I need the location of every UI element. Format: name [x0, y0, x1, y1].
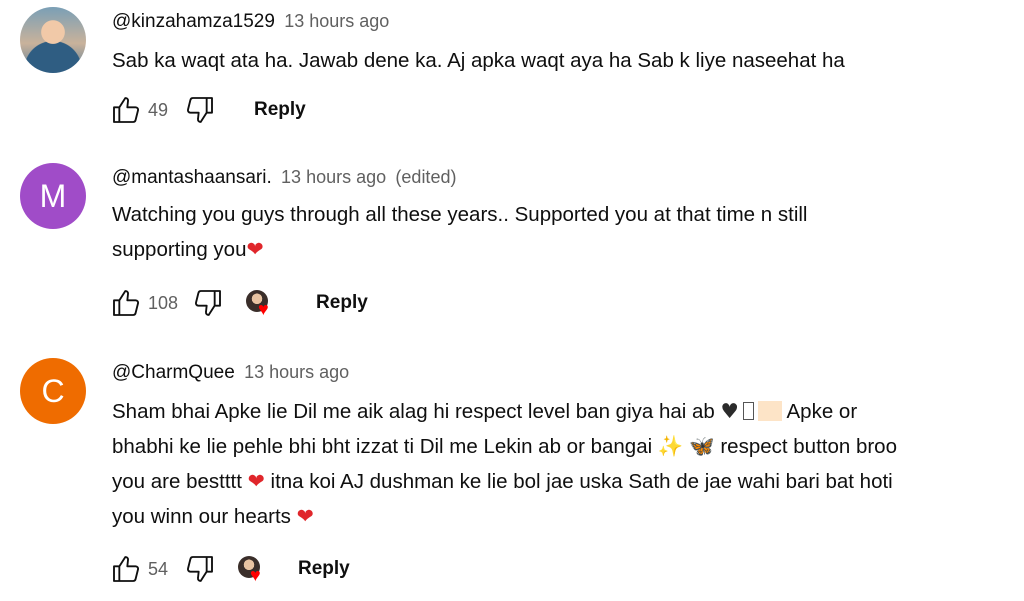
like-button[interactable]: [108, 551, 144, 587]
comment-actions: 108 ♥ Reply: [108, 283, 368, 323]
like-count: 49: [148, 99, 169, 120]
avatar[interactable]: [20, 7, 86, 73]
comment-line: Sab ka waqt ata ha. Jawab dene ka. Aj ap…: [112, 49, 845, 72]
comment-line: supporting you❤: [112, 237, 264, 261]
comment-line: Sham bhai Apke lie Dil me aik alag hi re…: [112, 399, 858, 423]
comment-header: @mantashaansari. 13 hours ago (edited): [112, 167, 456, 189]
reply-button[interactable]: Reply: [254, 99, 306, 121]
avatar-letter: M: [39, 177, 67, 214]
thumbs-down-icon: [195, 290, 221, 316]
comment-text: Watching you guys through all these year…: [112, 198, 1012, 267]
comment-line: bhabhi ke lie pehle bhi bht izzat ti Dil…: [112, 434, 897, 458]
avatar-letter: C: [41, 372, 65, 409]
like-button[interactable]: [108, 92, 144, 128]
thumbs-down-icon: [186, 556, 213, 582]
comment-line: Watching you guys through all these year…: [112, 203, 808, 226]
creator-heart-badge: ♥: [246, 288, 276, 318]
comment-timestamp[interactable]: 13 hours ago: [244, 362, 349, 382]
comment-text: Sab ka waqt ata ha. Jawab dene ka. Aj ap…: [112, 44, 1012, 78]
heart-icon: ❤: [247, 469, 265, 493]
comment-timestamp[interactable]: 13 hours ago: [284, 11, 389, 31]
like-count: 108: [148, 292, 179, 313]
butterfly-icon: 🦋: [689, 434, 715, 458]
black-heart-icon: ♥: [720, 399, 739, 423]
thumbs-up-icon: [113, 97, 140, 123]
comment-author[interactable]: @CharmQuee: [112, 362, 235, 383]
dislike-button[interactable]: [190, 285, 226, 321]
reply-button[interactable]: Reply: [298, 558, 350, 580]
comment-header: @CharmQuee 13 hours ago: [112, 362, 349, 384]
thumbs-up-icon: [113, 556, 140, 582]
heart-icon: ❤: [296, 504, 314, 528]
reply-button[interactable]: Reply: [316, 292, 368, 314]
thumbs-down-icon: [186, 97, 213, 123]
like-button[interactable]: [108, 285, 144, 321]
heart-icon: ❤: [246, 237, 264, 261]
heart-icon: ♥: [258, 299, 269, 319]
avatar[interactable]: C: [20, 358, 86, 424]
comment-header: @kinzahamza1529 13 hours ago: [112, 11, 389, 33]
sparkles-icon: ✨: [657, 434, 684, 458]
comment-actions: 49 Reply: [108, 90, 306, 130]
comment-author[interactable]: @kinzahamza1529: [112, 11, 275, 32]
creator-heart-badge: ♥: [238, 554, 268, 584]
comment-author[interactable]: @mantashaansari.: [112, 167, 272, 188]
comment-timestamp[interactable]: 13 hours ago: [281, 167, 386, 187]
like-count: 54: [148, 558, 169, 579]
comment-text: Sham bhai Apke lie Dil me aik alag hi re…: [112, 394, 1012, 534]
missing-glyph-icon: [742, 402, 754, 420]
thumbs-up-icon: [113, 290, 140, 316]
comment-actions: 54 ♥ Reply: [108, 549, 350, 589]
avatar[interactable]: M: [20, 163, 86, 229]
comment-line: you winn our hearts ❤: [112, 504, 314, 528]
comment-line: you are bestttt ❤ itna koi AJ dushman ke…: [112, 469, 893, 493]
dislike-button[interactable]: [182, 92, 218, 128]
heart-icon: ♥: [250, 565, 261, 585]
edited-label: (edited): [395, 167, 457, 187]
dislike-button[interactable]: [182, 551, 218, 587]
skin-tone-icon: [757, 401, 782, 421]
